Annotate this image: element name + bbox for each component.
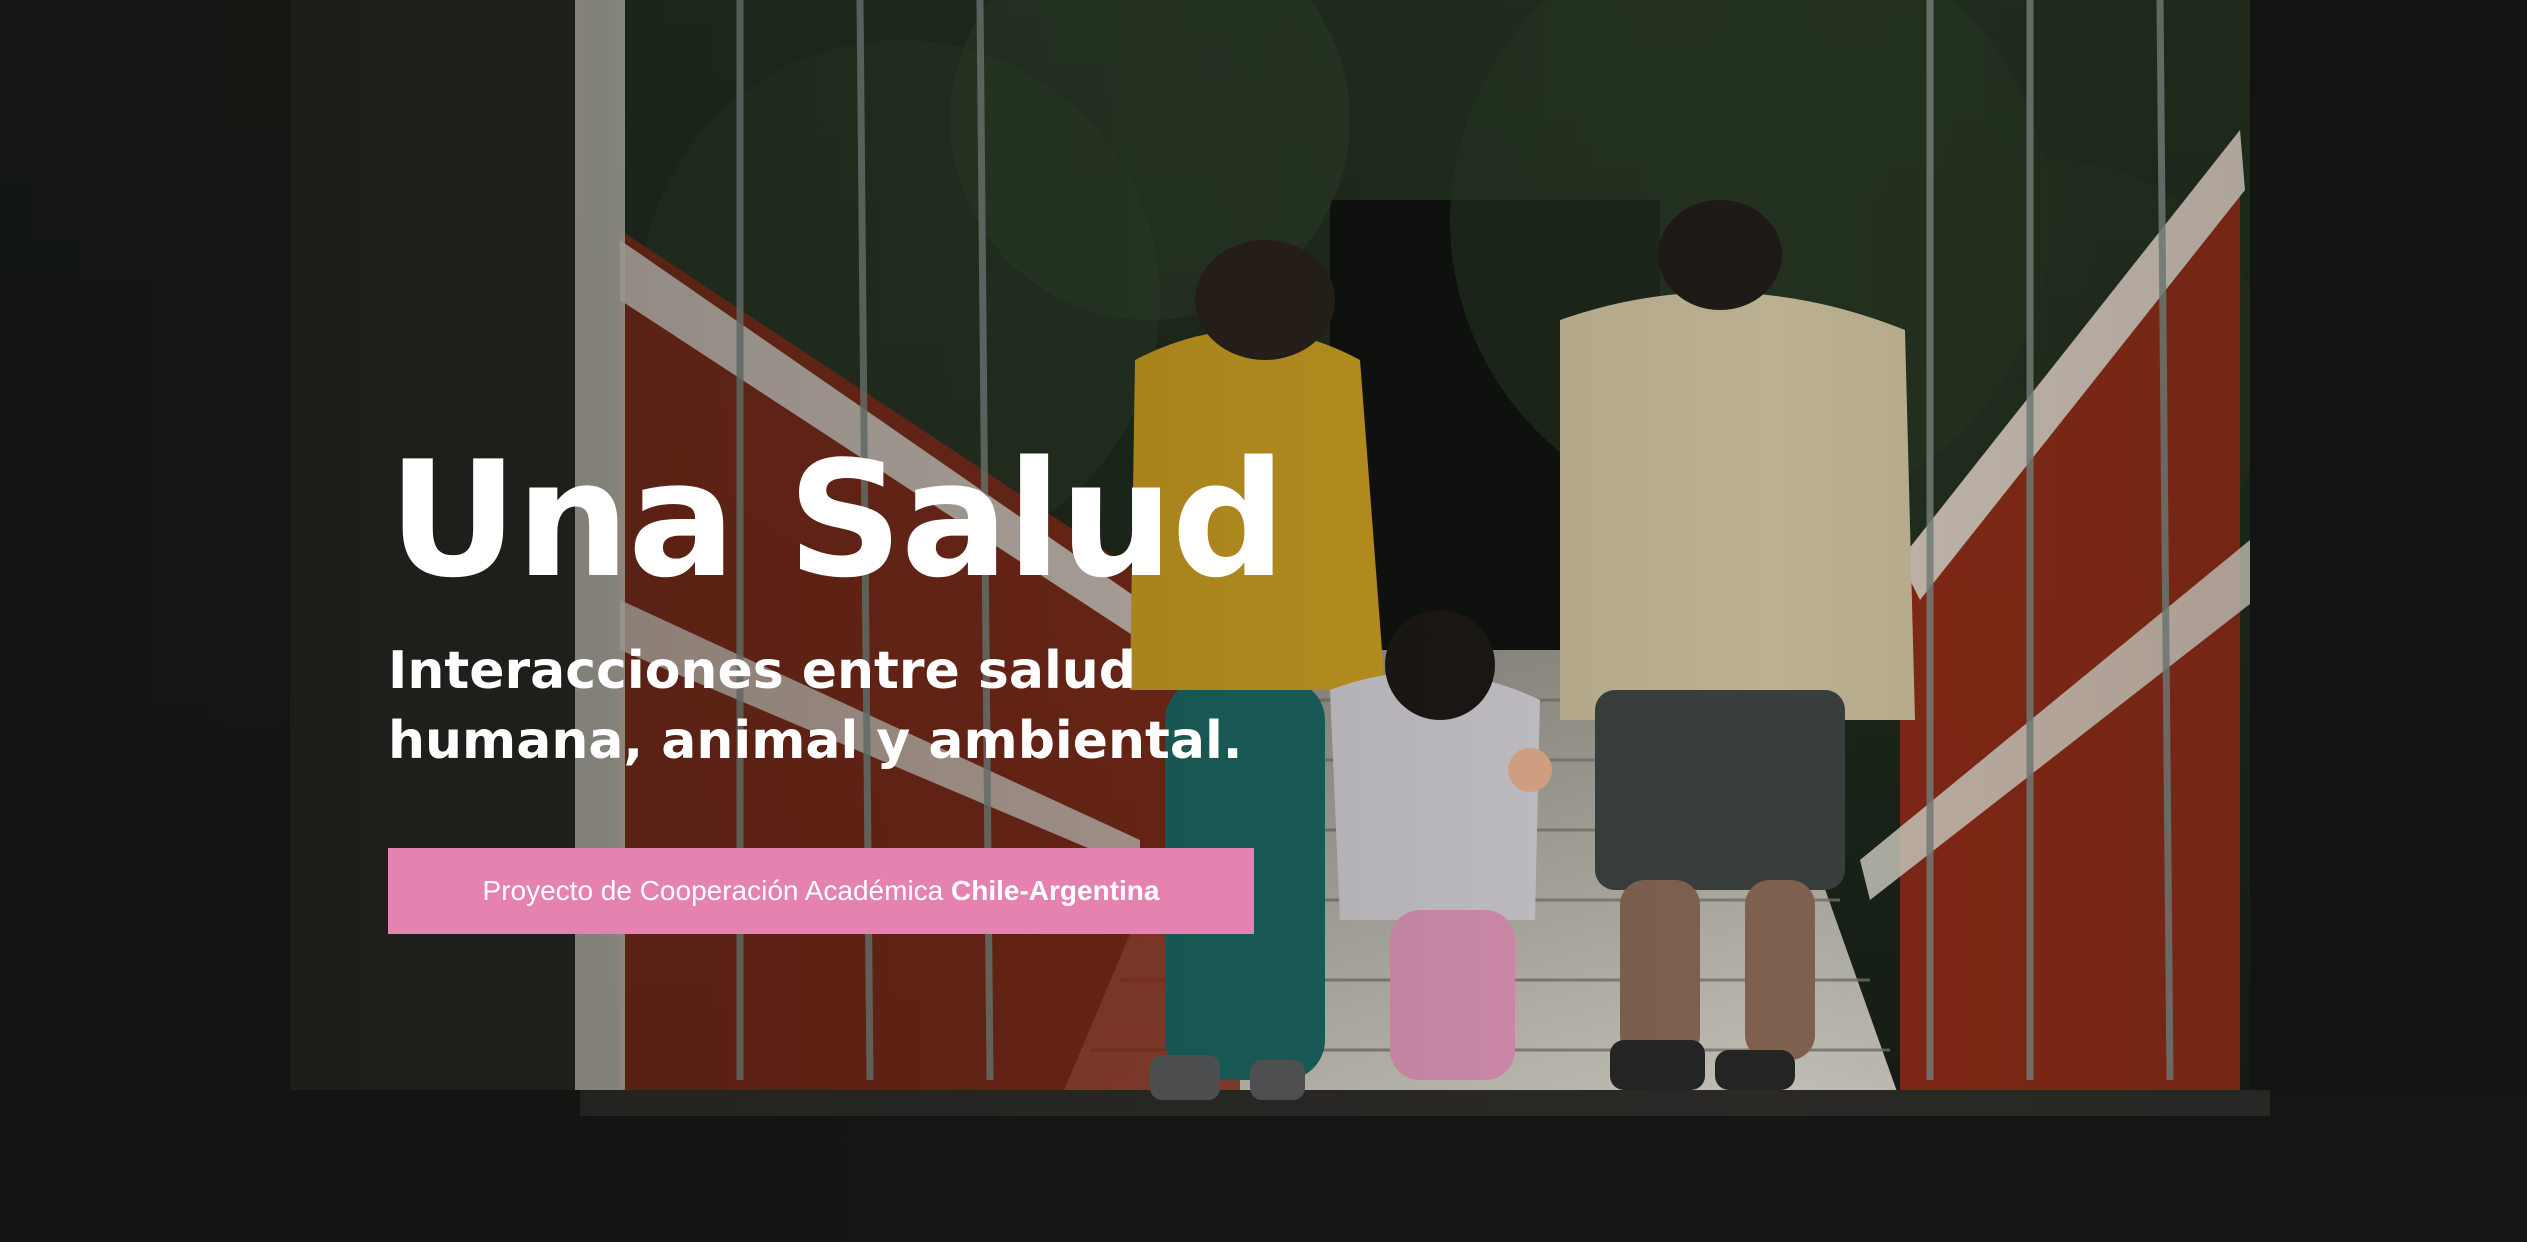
- hero-section: Una Salud Interacciones entre salud huma…: [0, 0, 2527, 1242]
- project-badge: Proyecto de Cooperación Académica Chile-…: [388, 848, 1254, 934]
- hero-subtitle-line-1: Interacciones entre salud: [388, 641, 1137, 701]
- project-badge-prefix: Proyecto de Cooperación Académica: [482, 875, 944, 906]
- project-badge-countries: Chile-Argentina: [951, 875, 1160, 906]
- hero-subtitle: Interacciones entre salud humana, animal…: [388, 636, 1368, 776]
- hero-subtitle-line-2: humana, animal y ambiental.: [388, 711, 1243, 771]
- page-title: Una Salud: [388, 426, 1286, 613]
- hero-content: Una Salud Interacciones entre salud huma…: [388, 440, 1368, 776]
